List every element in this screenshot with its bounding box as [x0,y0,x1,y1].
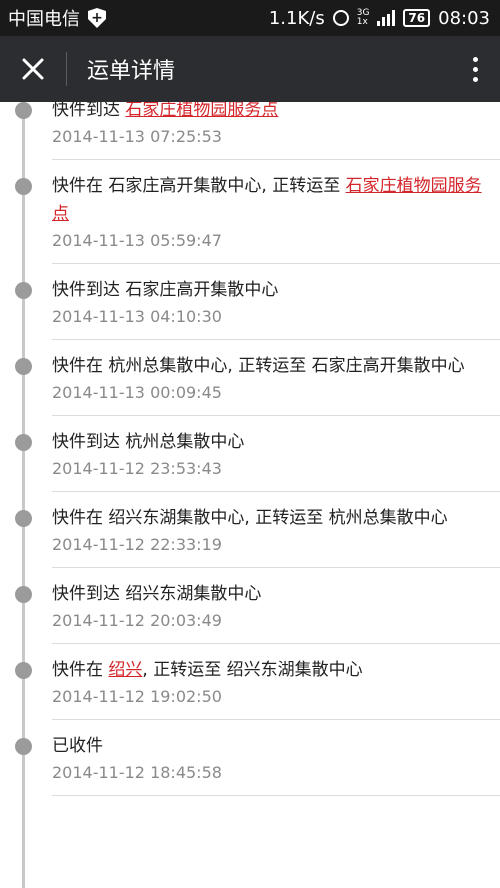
status-bar: 中国电信 + 1.1K/s 3G 1x 76 08:03 [0,0,500,36]
entry-timestamp: 2014-11-12 18:45:58 [52,763,222,782]
tracking-entry: 快件在 杭州总集散中心, 正转运至 石家庄高开集散中心 2014-11-13 00… [0,340,500,416]
entry-timestamp: 2014-11-12 22:33:19 [52,535,222,554]
close-button[interactable] [0,36,66,102]
tracking-entry: 快件到达 石家庄高开集散中心 2014-11-13 04:10:30 [0,264,500,340]
close-icon [22,58,44,80]
tracking-entry: 快件在 石家庄高开集散中心, 正转运至 石家庄植物园服务点 2014-11-13 … [0,160,500,264]
carrier-name: 中国电信 [8,9,80,30]
location-link[interactable]: 绍兴 [108,660,142,680]
entry-text-prefix: 快件到达 [52,102,126,120]
more-dot-icon [472,76,478,82]
status-right: 1.1K/s 3G 1x 76 08:03 [269,8,490,29]
timeline-dot-icon [15,510,32,527]
entry-timestamp: 2014-11-13 05:59:47 [52,231,222,250]
entry-text-prefix: 快件在 杭州总集散中心, 正转运至 石家庄高开集散中心 [52,356,465,376]
timeline-dot-icon [15,282,32,299]
entry-timestamp: 2014-11-12 20:03:49 [52,611,222,630]
entry-text: 快件在 绍兴东湖集散中心, 正转运至 杭州总集散中心 [52,492,484,532]
more-dot-icon [472,56,478,62]
timeline-dot-icon [15,178,32,195]
tracking-timeline[interactable]: 快件到达 石家庄植物园服务点 2014-11-13 07:25:53 快件在 石家庄… [0,102,500,888]
tracking-entry: 快件在 绍兴东湖集散中心, 正转运至 杭州总集散中心 2014-11-12 22:… [0,492,500,568]
entry-divider [52,795,500,796]
appbar-divider [66,52,67,86]
more-options-button[interactable] [450,36,500,102]
more-dot-icon [472,66,478,72]
signal-icon [377,10,396,26]
entry-text: 快件在 石家庄高开集散中心, 正转运至 石家庄植物园服务点 [52,160,484,228]
entry-text: 已收件 [52,720,484,760]
app-bar: 运单详情 [0,36,500,102]
tracking-list: 快件到达 石家庄植物园服务点 2014-11-13 07:25:53 快件在 石家庄… [0,102,500,796]
entry-text-prefix: 快件到达 绍兴东湖集散中心 [52,584,262,604]
entry-text-suffix: , 正转运至 绍兴东湖集散中心 [142,660,363,680]
entry-text-prefix: 快件在 石家庄高开集散中心, 正转运至 [52,176,346,196]
entry-timestamp: 2014-11-13 00:09:45 [52,383,222,402]
timeline-dot-icon [15,434,32,451]
location-link[interactable]: 石家庄植物园服务点 [125,102,278,120]
tracking-entry: 已收件 2014-11-12 18:45:58 [0,720,500,796]
timeline-dot-icon [15,102,32,119]
timeline-dot-icon [15,586,32,603]
shield-icon: + [88,8,106,28]
battery-icon: 76 [403,9,431,27]
network-type: 3G 1x [357,9,370,27]
status-left: 中国电信 + [8,5,106,31]
page-title: 运单详情 [87,59,176,84]
clock: 08:03 [438,7,490,29]
entry-text: 快件到达 杭州总集散中心 [52,416,484,456]
entry-timestamp: 2014-11-12 23:53:43 [52,459,222,478]
timeline-dot-icon [15,662,32,679]
tracking-entry: 快件到达 杭州总集散中心 2014-11-12 23:53:43 [0,416,500,492]
entry-text-prefix: 快件在 [52,660,109,680]
timeline-dot-icon [15,358,32,375]
entry-timestamp: 2014-11-13 07:25:53 [52,127,222,146]
entry-text: 快件到达 石家庄植物园服务点 [52,102,484,124]
tracking-entry: 快件在 绍兴, 正转运至 绍兴东湖集散中心 2014-11-12 19:02:50 [0,644,500,720]
tracking-entry: 快件到达 石家庄植物园服务点 2014-11-13 07:25:53 [0,102,500,160]
entry-text: 快件在 绍兴, 正转运至 绍兴东湖集散中心 [52,644,484,684]
entry-text: 快件到达 石家庄高开集散中心 [52,264,484,304]
entry-timestamp: 2014-11-13 04:10:30 [52,307,222,326]
network-sub-label: 1x [356,17,368,27]
entry-text-prefix: 已收件 [52,736,103,756]
alarm-icon [332,10,349,26]
entry-text-prefix: 快件在 绍兴东湖集散中心, 正转运至 杭州总集散中心 [52,508,448,528]
entry-timestamp: 2014-11-12 19:02:50 [52,687,222,706]
tracking-entry: 快件到达 绍兴东湖集散中心 2014-11-12 20:03:49 [0,568,500,644]
entry-text: 快件在 杭州总集散中心, 正转运至 石家庄高开集散中心 [52,340,484,380]
network-speed: 1.1K/s [268,7,325,29]
entry-text-prefix: 快件到达 杭州总集散中心 [52,432,245,452]
entry-text-prefix: 快件到达 石家庄高开集散中心 [52,280,279,300]
entry-text: 快件到达 绍兴东湖集散中心 [52,568,484,608]
timeline-dot-icon [15,738,32,755]
